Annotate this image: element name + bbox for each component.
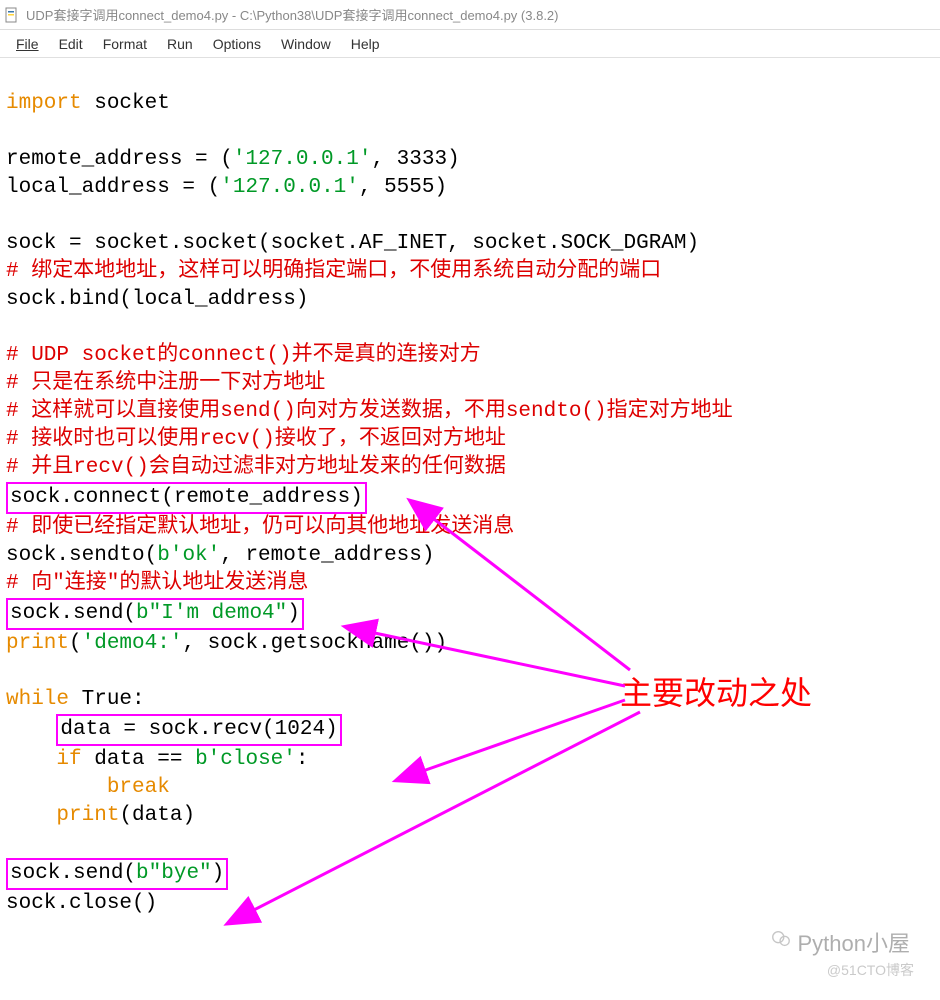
string-literal: '127.0.0.1' [233,148,372,171]
code-text: data = sock.recv(1024) [60,718,337,741]
watermark-text: Python小屋 [798,926,911,958]
highlight-box-connect: sock.connect(remote_address) [6,482,367,514]
code-text: data == [82,748,195,771]
comment: # 只是在系统中注册一下对方地址 [6,372,325,395]
code-text: , 3333) [371,148,459,171]
menu-run[interactable]: Run [157,34,203,54]
code-text: sock.send( [10,862,136,885]
code-text: , sock.getsockname()) [182,632,447,655]
watermark-name: Python小屋 [770,926,911,958]
wechat-icon [770,928,792,956]
code-text: sock.close() [6,892,157,915]
menu-format[interactable]: Format [93,34,157,54]
string-literal: '127.0.0.1' [220,176,359,199]
comment: # 即使已经指定默认地址，仍可以向其他地址发送消息 [6,516,514,539]
menu-bar: File Edit Format Run Options Window Help [0,30,940,58]
code-text: sock.sendto( [6,544,157,567]
kw-print: print [56,804,119,827]
comment: # 接收时也可以使用recv()接收了，不返回对方地址 [6,428,506,451]
string-literal: b'close' [195,748,296,771]
code-text: remote_address = ( [6,148,233,171]
code-text: , remote_address) [220,544,434,567]
code-text: , 5555) [359,176,447,199]
window-title: UDP套接字调用connect_demo4.py - C:\Python38\U… [26,5,559,24]
highlight-box-recv: data = sock.recv(1024) [56,714,341,746]
code-text: ) [287,602,300,625]
code-text: local_address = ( [6,176,220,199]
string-literal: b"I'm demo4" [136,602,287,625]
string-literal: b'ok' [157,544,220,567]
comment: # 这样就可以直接使用send()向对方发送数据，不用sendto()指定对方地… [6,400,733,423]
code-text: True: [69,688,145,711]
code-editor[interactable]: import socket remote_address = ('127.0.0… [0,58,940,922]
menu-edit[interactable]: Edit [49,34,93,54]
kw-while: while [6,688,69,711]
kw-import: import [6,92,82,115]
code-text: socket [82,92,170,115]
code-text: sock.send( [10,602,136,625]
menu-help[interactable]: Help [341,34,390,54]
comment: # UDP socket的connect()并不是真的连接对方 [6,344,481,367]
code-text: ) [212,862,225,885]
string-literal: 'demo4:' [82,632,183,655]
watermark-sub: @51CTO博客 [827,960,914,980]
menu-window[interactable]: Window [271,34,341,54]
comment: # 并且recv()会自动过滤非对方地址发来的任何数据 [6,456,506,479]
annotation-label: 主要改动之处 [620,668,812,714]
menu-file[interactable]: File [6,34,49,54]
code-text: ( [69,632,82,655]
highlight-box-send2: sock.send(b"bye") [6,858,228,890]
string-literal: b"bye" [136,862,212,885]
kw-print: print [6,632,69,655]
code-text: sock = socket.socket(socket.AF_INET, soc… [6,232,699,255]
code-text: (data) [119,804,195,827]
comment: # 向"连接"的默认地址发送消息 [6,572,308,595]
highlight-box-send1: sock.send(b"I'm demo4") [6,598,304,630]
code-text: : [296,748,309,771]
kw-if: if [56,748,81,771]
kw-break: break [107,776,170,799]
comment: # 绑定本地地址，这样可以明确指定端口，不使用系统自动分配的端口 [6,260,661,283]
code-text: sock.connect(remote_address) [10,486,363,509]
menu-options[interactable]: Options [203,34,271,54]
python-file-icon [4,7,20,23]
title-bar: UDP套接字调用connect_demo4.py - C:\Python38\U… [0,0,940,30]
code-text: sock.bind(local_address) [6,288,308,311]
